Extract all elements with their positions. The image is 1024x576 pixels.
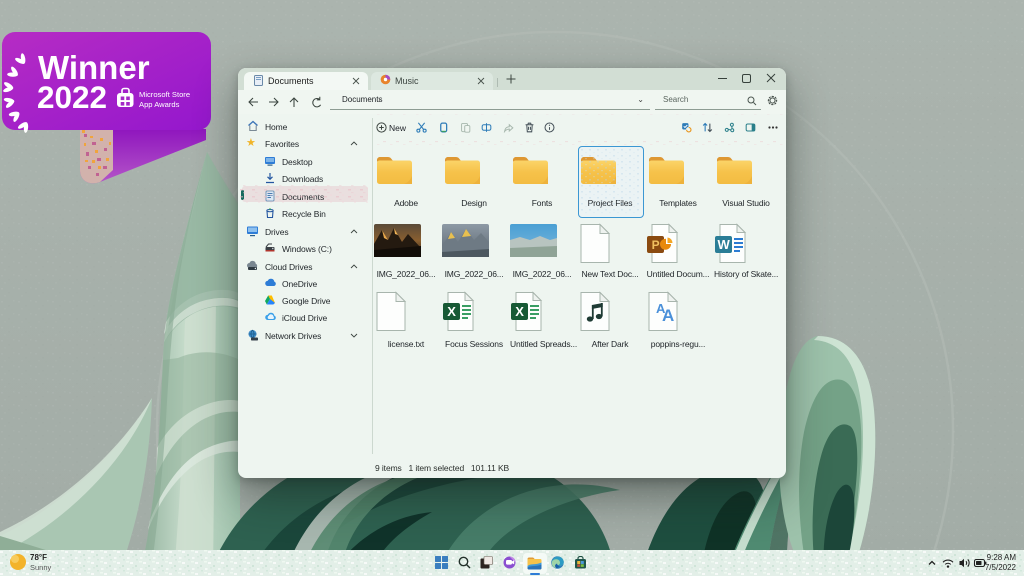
svg-text:App Awards: App Awards (139, 100, 180, 109)
svg-text:Microsoft Store: Microsoft Store (139, 90, 190, 99)
svg-text:X: X (515, 304, 524, 319)
svg-text:2022: 2022 (37, 79, 107, 115)
svg-text:W: W (717, 237, 730, 252)
svg-text:P: P (652, 238, 660, 252)
svg-text:A: A (662, 306, 674, 325)
svg-text:X: X (447, 304, 456, 319)
